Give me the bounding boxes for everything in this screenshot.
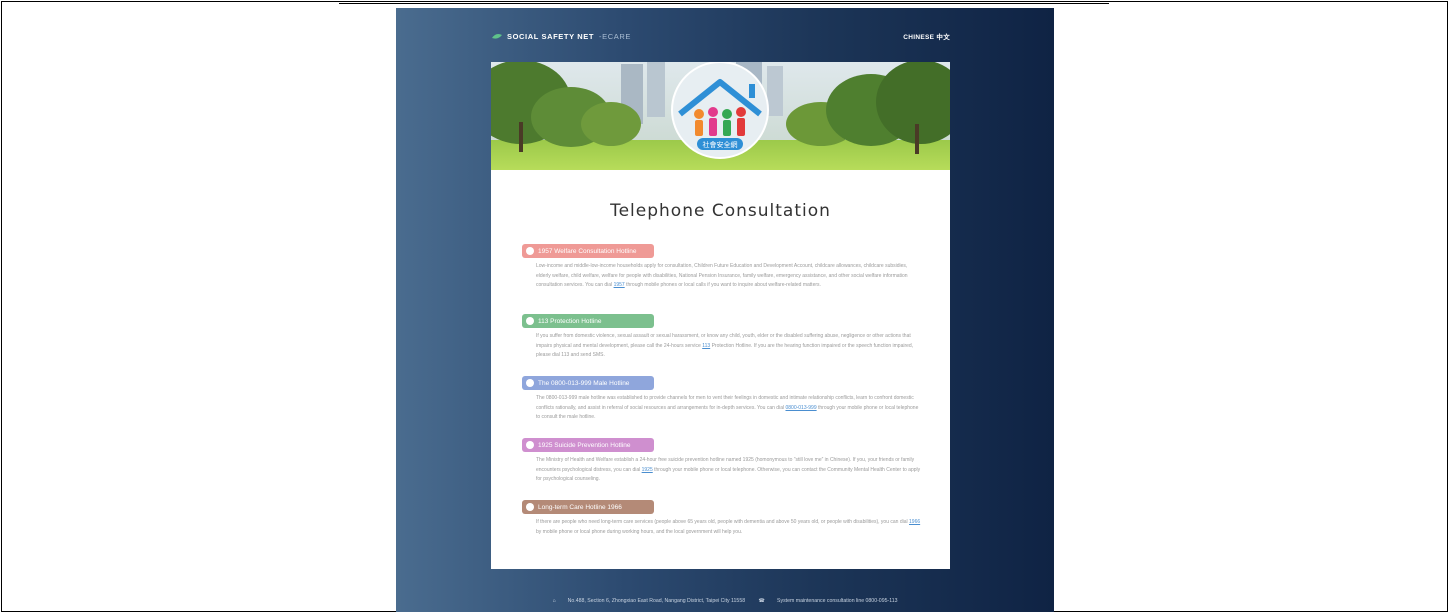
site-footer: ⌂ No.488, Section 6, Zhongxiao East Road,… <box>396 598 1054 604</box>
hotline-description: The 0800-013-999 male hotline was establ… <box>536 394 922 423</box>
phone-number-link[interactable]: 1925 <box>642 467 653 473</box>
phone-number-link[interactable]: 113 <box>702 343 710 349</box>
hotline-heading: 1957 Welfare Consultation Hotline <box>522 244 654 258</box>
hotline-heading-label: Long-term Care Hotline 1966 <box>538 503 622 511</box>
content-card: 社會安全網 Telephone Consultation 1957 Welfar… <box>491 62 950 569</box>
shield-icon <box>526 317 534 325</box>
hotline-description: If there are people who need long-term c… <box>536 518 922 537</box>
brand-name: SOCIAL SAFETY NET <box>507 32 595 41</box>
hotline-section: 1925 Suicide Prevention Hotline The Minis… <box>522 436 922 485</box>
hotline-description: Low-income and middle-low-income househo… <box>536 262 922 291</box>
hands-icon <box>526 441 534 449</box>
park-hero-image: 社會安全網 <box>491 62 950 170</box>
hotline-heading-label: 1957 Welfare Consultation Hotline <box>538 247 637 255</box>
footer-phone: System maintenance consultation line 080… <box>777 598 898 604</box>
phone-number-link[interactable]: 0800-013-999 <box>785 405 816 411</box>
care-icon <box>526 503 534 511</box>
hotline-section: The 0800-013-999 Male Hotline The 0800-01… <box>522 374 922 423</box>
hotline-heading: 113 Protection Hotline <box>522 314 654 328</box>
hero-banner: 社會安全網 <box>491 62 950 170</box>
hotline-description: If you suffer from domestic violence, se… <box>536 332 922 361</box>
hotline-heading-label: 113 Protection Hotline <box>538 317 602 325</box>
leaf-logo-icon <box>492 34 502 39</box>
top-rule <box>339 3 1109 4</box>
phone-number-link[interactable]: 1966 <box>909 519 920 525</box>
person-icon <box>526 379 534 387</box>
hotline-section: 1957 Welfare Consultation Hotline Low-inc… <box>522 242 922 291</box>
hotline-description: The Ministry of Health and Welfare estab… <box>536 456 922 485</box>
description-text: by mobile phone or local phone during wo… <box>536 528 743 535</box>
home-icon: ⌂ <box>552 598 556 604</box>
description-text: If there are people who need long-term c… <box>536 519 910 525</box>
hotline-heading-label: The 0800-013-999 Male Hotline <box>538 379 630 387</box>
hotline-heading: 1925 Suicide Prevention Hotline <box>522 438 654 452</box>
hotline-heading-label: 1925 Suicide Prevention Hotline <box>538 441 631 449</box>
page-title: Telephone Consultation <box>610 201 831 221</box>
heart-icon <box>526 247 534 255</box>
phone-icon: ☎ <box>758 598 766 604</box>
hotline-section: Long-term Care Hotline 1966 If there are … <box>522 498 922 537</box>
footer-address: No.488, Section 6, Zhongxiao East Road, … <box>567 598 746 604</box>
hotline-section: 113 Protection Hotline If you suffer from… <box>522 312 922 361</box>
brand-suffix: -ECARE <box>599 32 631 41</box>
hotline-heading: The 0800-013-999 Male Hotline <box>522 376 654 390</box>
language-switch[interactable]: CHINESE 中文 <box>903 31 950 41</box>
description-text: through mobile phones or local calls if … <box>624 282 821 288</box>
logo-text: 社會安全網 <box>703 140 738 149</box>
website-screenshot: SOCIAL SAFETY NET -ECARE CHINESE 中文 社會安全… <box>396 8 1054 612</box>
site-brand[interactable]: SOCIAL SAFETY NET -ECARE <box>492 32 631 41</box>
hotline-heading: Long-term Care Hotline 1966 <box>522 500 654 514</box>
phone-number-link[interactable]: 1957 <box>614 282 625 288</box>
